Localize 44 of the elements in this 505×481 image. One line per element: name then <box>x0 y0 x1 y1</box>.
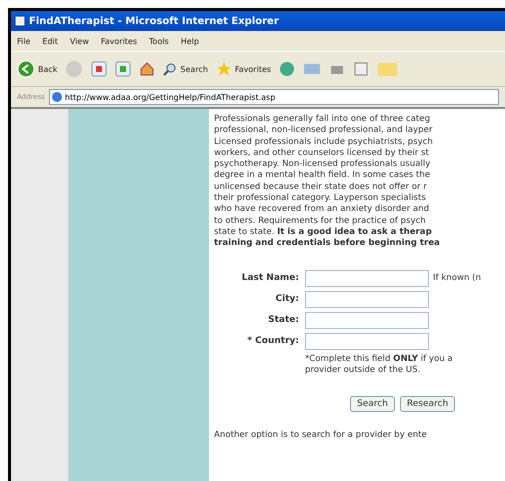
paragraph-line: their professional category. Layperson specialists <box>214 193 427 204</box>
note-line: provider outside of the US. <box>305 364 422 376</box>
field-label: Last Name: <box>240 273 299 284</box>
refresh-icon[interactable] <box>115 61 132 77</box>
address-field[interactable]: http://www.adaa.org/GettingHelp/FindATherapist.asp <box>48 89 499 105</box>
page-icon <box>52 92 62 102</box>
paragraph-line: state to state. It is a good idea to ask a therap <box>214 226 433 238</box>
paragraph-line: who have recovered from an anxiety disorder and <box>214 204 430 216</box>
paragraph-line: workers, and other counselors licensed by their st <box>214 148 430 160</box>
search-icon <box>163 62 178 76</box>
paragraph-line: Licensed professionals include psychiatrists, psych <box>214 136 434 148</box>
input-field[interactable] <box>305 290 429 308</box>
menu-item[interactable]: Tools <box>149 36 169 46</box>
search-button[interactable]: Search <box>350 396 395 412</box>
paragraph-line: Professionals generally fall into one of three categ <box>214 114 432 126</box>
input-field[interactable] <box>305 332 429 350</box>
stop-icon[interactable] <box>91 61 108 77</box>
paragraph-line: training and credentials before beginning trea <box>214 238 441 250</box>
paragraph-line: Another option is to search for a provider by ente <box>214 430 428 442</box>
search-button[interactable]: Search <box>163 62 208 76</box>
menu-item[interactable]: Edit <box>42 36 58 46</box>
paragraph-line: psychotherapy. Non-licensed professionals usually <box>214 159 432 170</box>
menu-item[interactable]: View <box>70 36 89 46</box>
input-field[interactable] <box>305 312 429 329</box>
field-label: State: <box>267 315 299 326</box>
note-line: *Complete this field ONLY if you a <box>305 354 454 365</box>
window-title: FindATherapist - Microsoft Internet Explorer <box>29 16 279 26</box>
paragraph-line: to others. Requirements for the practice of psych <box>214 216 427 227</box>
paragraph-line: unlicensed because their state does not offer or r <box>214 182 428 194</box>
menu-item[interactable]: Help <box>180 36 199 46</box>
menu-item[interactable]: File <box>17 36 30 46</box>
back-button[interactable]: Back <box>17 60 58 78</box>
field-hint: If known (n <box>433 273 481 284</box>
star-icon <box>216 61 232 77</box>
paragraph-line: degree in a mental health field. In some cases the <box>214 170 432 182</box>
paragraph-line: professional, non-licensed professional, and layper <box>214 125 434 137</box>
input-field[interactable] <box>305 270 429 287</box>
favorites-button[interactable]: Favorites <box>216 61 272 77</box>
home-icon[interactable] <box>139 61 156 77</box>
back-icon[interactable] <box>17 60 35 78</box>
reset-button[interactable]: Research <box>400 396 456 412</box>
field-label: * Country: <box>246 336 299 346</box>
menu-item[interactable]: Favorites <box>100 36 138 46</box>
field-label: City: <box>274 294 299 304</box>
